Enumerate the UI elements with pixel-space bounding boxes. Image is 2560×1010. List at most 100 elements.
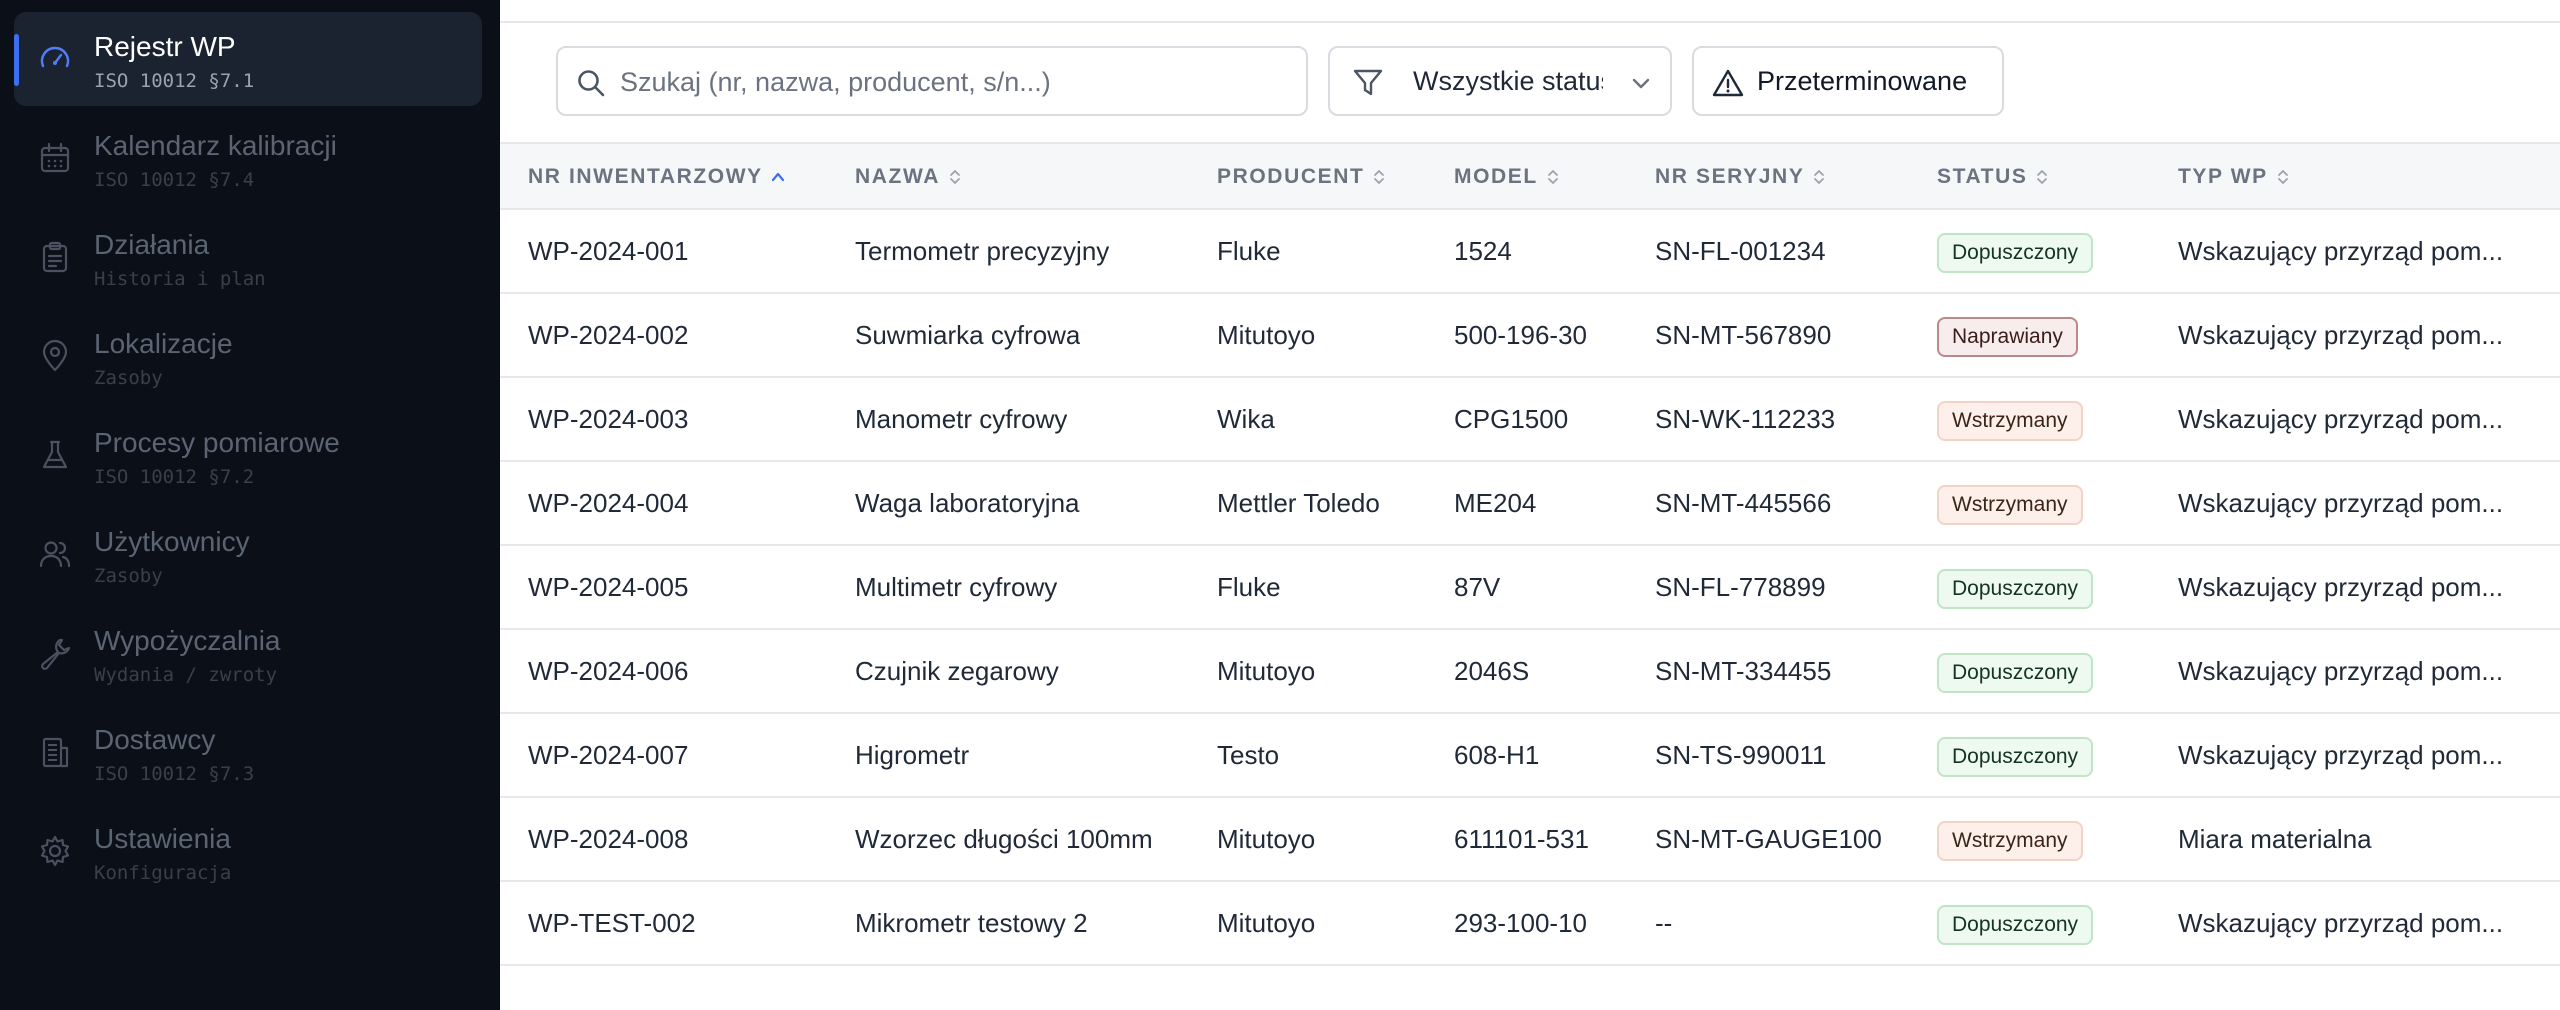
active-indicator [14,34,19,86]
cell-producent: Testo [1217,740,1280,770]
search-icon [576,68,606,98]
cell-model: 608-H1 [1454,740,1540,770]
map-pin-icon [38,339,72,373]
column-header-nazwa[interactable]: NAZWA [855,144,962,210]
sidebar-item-procesy-pomiarowe[interactable]: Procesy pomiarowe ISO 10012 §7.2 [14,408,482,502]
sidebar: Rejestr WP ISO 10012 §7.1 Kalendarz kalibr… [0,0,500,1010]
column-header-label: NR SERYJNY [1655,165,1805,188]
table-row[interactable]: WP-2024-002 Suwmiarka cyfrowa Mitutoyo 500-… [500,294,2560,378]
column-header-model[interactable]: MODEL [1454,144,1560,210]
search-input[interactable] [620,60,1290,104]
cell-nr-inwentarzowy: WP-2024-008 [528,824,689,854]
column-header-status[interactable]: STATUS [1937,144,2049,210]
sidebar-item-ustawienia[interactable]: Ustawienia Konfiguracja [14,804,482,898]
cell-nr-inwentarzowy: WP-2024-003 [528,404,689,434]
sidebar-item-label: Dostawcy [94,724,216,755]
cell-status: Dopuszczony [1937,210,2094,294]
table-row[interactable]: WP-2024-005 Multimetr cyfrowy Fluke 87V SN-F… [500,546,2560,630]
overdue-filter-button[interactable]: Przeterminowane [1692,46,2004,116]
top-divider [500,21,2560,23]
sidebar-item-label: Wypożyczalnia [94,625,281,656]
cell-producent: Wika [1217,404,1275,434]
sidebar-item-subtitle: ISO 10012 §7.1 [94,70,255,92]
sidebar-item-dostawcy[interactable]: Dostawcy ISO 10012 §7.3 [14,705,482,799]
sidebar-item-label: Lokalizacje [94,328,233,359]
chevron-down-icon [1630,72,1652,94]
cell-nr-seryjny: SN-MT-334455 [1655,656,1832,686]
status-filter-select[interactable]: Wszystkie statusy [1328,46,1672,116]
cell-nazwa: Manometr cyfrowy [855,404,1068,434]
filter-icon [1352,68,1384,98]
column-header-nr[interactable]: NR INWENTARZOWY [528,144,785,210]
main-content: Wszystkie statusy Przeterminowane NR INW… [500,0,2560,1010]
column-header-label: NAZWA [855,165,940,188]
cell-producent: Mitutoyo [1217,320,1316,350]
table-header: NR INWENTARZOWY NAZWA PRODUCENT MODEL NR SER… [500,142,2560,210]
calendar-icon [38,141,72,175]
cell-producent: Mitutoyo [1217,908,1316,938]
sidebar-item-użytkownicy[interactable]: Użytkownicy Zasoby [14,507,482,601]
status-badge: Dopuszczony [1937,653,2094,694]
table-row[interactable]: WP-2024-003 Manometr cyfrowy Wika CPG1500 SN… [500,378,2560,462]
column-header-typ[interactable]: TYP WP [2178,144,2548,210]
cell-producent: Mitutoyo [1217,824,1316,854]
sidebar-item-działania[interactable]: Działania Historia i plan [14,210,482,304]
cell-nr-seryjny: SN-WK-112233 [1655,404,1836,434]
sidebar-item-label: Działania [94,229,210,260]
status-badge: Naprawiany [1937,317,2078,358]
cell-typ-wp: Wskazujący przyrząd pom... [2178,908,2504,938]
column-header-label: TYP WP [2178,165,2268,188]
cell-model: 87V [1454,572,1501,602]
sidebar-item-label: Kalendarz kalibracji [94,130,337,161]
cell-nazwa: Czujnik zegarowy [855,656,1059,686]
table-row[interactable]: WP-TEST-002 Mikrometr testowy 2 Mitutoyo 29… [500,882,2560,966]
cell-nr-seryjny: SN-FL-778899 [1655,572,1826,602]
cell-nazwa: Higrometr [855,740,970,770]
cell-status: Naprawiany [1937,294,2078,378]
column-header-producent[interactable]: PRODUCENT [1217,144,1386,210]
cell-nazwa: Termometr precyzyjny [855,236,1110,266]
sidebar-item-label: Użytkownicy [94,526,250,557]
cell-status: Wstrzymany [1937,462,2083,546]
sidebar-item-subtitle: Wydania / zwroty [94,664,278,686]
cell-nr-inwentarzowy: WP-2024-001 [528,236,689,266]
sidebar-item-subtitle: ISO 10012 §7.3 [94,763,255,785]
cell-model: ME204 [1454,488,1537,518]
search-box[interactable] [556,46,1308,116]
sidebar-item-subtitle: Zasoby [94,367,163,389]
status-badge: Wstrzymany [1937,401,2083,442]
cell-model: CPG1500 [1454,404,1569,434]
cell-status: Dopuszczony [1937,630,2094,714]
column-header-serial[interactable]: NR SERYJNY [1655,144,1826,210]
table-row[interactable]: WP-2024-004 Waga laboratoryjna Mettler Tol… [500,462,2560,546]
status-badge: Dopuszczony [1937,233,2094,274]
table-row[interactable]: WP-2024-006 Czujnik zegarowy Mitutoyo 2046S… [500,630,2560,714]
cell-typ-wp: Wskazujący przyrząd pom... [2178,656,2504,686]
table-row[interactable]: WP-2024-001 Termometr precyzyjny Fluke 1524… [500,210,2560,294]
cell-model: 500-196-30 [1454,320,1587,350]
flask-icon [38,438,72,472]
cell-nazwa: Multimetr cyfrowy [855,572,1058,602]
sidebar-item-kalendarz-kalibracji[interactable]: Kalendarz kalibracji ISO 10012 §7.4 [14,111,482,205]
sidebar-item-subtitle: ISO 10012 §7.2 [94,466,255,488]
cell-producent: Mitutoyo [1217,656,1316,686]
sidebar-item-lokalizacje[interactable]: Lokalizacje Zasoby [14,309,482,403]
gauge-icon [38,42,72,76]
overdue-filter-label: Przeterminowane [1757,66,1968,96]
sidebar-item-subtitle: ISO 10012 §7.4 [94,169,255,191]
warning-icon [1712,68,1744,98]
table-row[interactable]: WP-2024-008 Wzorzec długości 100mm Mitutoy… [500,798,2560,882]
cell-model: 611101-531 [1454,824,1589,854]
cell-status: Dopuszczony [1937,546,2094,630]
sort-icon [1812,167,1826,187]
gear-icon [38,834,72,868]
status-badge: Wstrzymany [1937,821,2083,862]
cell-nazwa: Waga laboratoryjna [855,488,1080,518]
cell-status: Dopuszczony [1937,714,2094,798]
status-badge: Dopuszczony [1937,737,2094,778]
sidebar-item-rejestr-wp[interactable]: Rejestr WP ISO 10012 §7.1 [14,12,482,106]
sidebar-item-wypożyczalnia[interactable]: Wypożyczalnia Wydania / zwroty [14,606,482,700]
sort-ascending-icon [771,167,785,187]
cell-typ-wp: Wskazujący przyrząd pom... [2178,320,2504,350]
table-row[interactable]: WP-2024-007 Higrometr Testo 608-H1 SN-TS-990… [500,714,2560,798]
